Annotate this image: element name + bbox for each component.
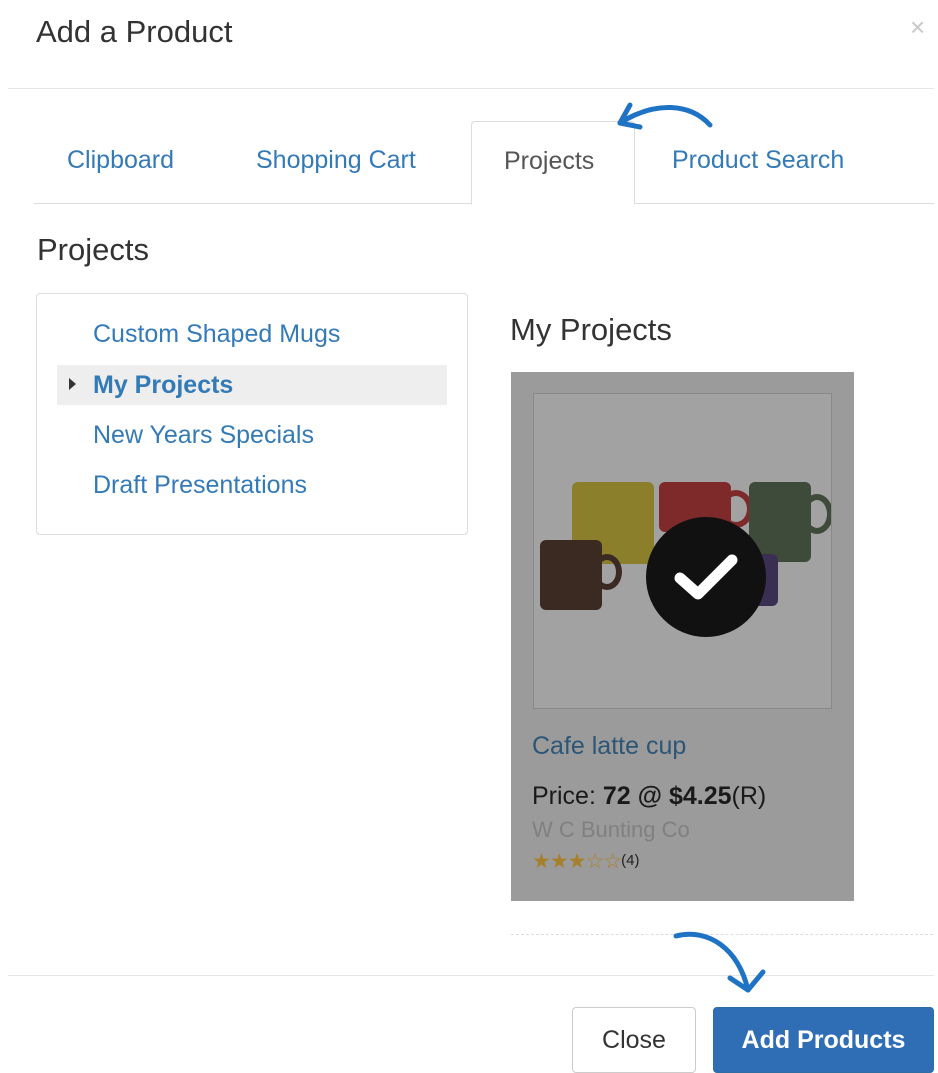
price-amount: $4.25 — [668, 782, 732, 810]
footer-divider — [8, 975, 934, 976]
project-list-item-active[interactable]: My Projects — [57, 365, 447, 405]
project-list-item[interactable]: Custom Shaped Mugs — [93, 320, 340, 349]
product-name[interactable]: Cafe latte cup — [532, 732, 686, 761]
section-title: Projects — [37, 232, 149, 267]
detail-title: My Projects — [510, 312, 672, 347]
add-products-button[interactable]: Add Products — [713, 1007, 934, 1073]
check-icon — [674, 554, 738, 600]
selected-check — [646, 517, 766, 637]
rating-count: (4) — [621, 852, 640, 869]
tab-clipboard[interactable]: Clipboard — [67, 146, 174, 175]
stars-empty-icon: ☆☆ — [585, 850, 622, 873]
close-icon[interactable]: × — [910, 14, 925, 40]
price-suffix: (R) — [731, 782, 767, 810]
price-prefix: Price: — [532, 782, 603, 810]
product-thumbnail — [533, 393, 832, 709]
product-supplier: W C Bunting Co — [532, 817, 690, 842]
product-rating: ★★★☆☆(4) — [532, 849, 639, 874]
product-card[interactable]: Cafe latte cup Price: 72 @ $4.25(R) W C … — [511, 372, 854, 901]
price-quantity: 72 — [602, 782, 631, 810]
project-list-item[interactable]: New Years Specials — [93, 421, 314, 450]
header-divider — [8, 88, 934, 89]
caret-right-icon — [69, 378, 76, 390]
curved-arrow-icon — [617, 102, 713, 130]
tab-projects-label: Projects — [504, 147, 595, 175]
curved-arrow-icon — [673, 931, 766, 993]
mug-handle — [592, 554, 622, 590]
product-price: Price: 72 @ $4.25(R) — [532, 782, 766, 811]
mug-handle — [801, 494, 831, 534]
modal-title: Add a Product — [36, 14, 233, 49]
close-button[interactable]: Close — [572, 1007, 696, 1073]
tab-shopping-cart[interactable]: Shopping Cart — [256, 146, 416, 175]
price-at: @ — [630, 782, 669, 810]
project-list-item[interactable]: Draft Presentations — [93, 471, 307, 500]
stars-filled-icon: ★★★ — [532, 850, 586, 873]
project-list-item-label: My Projects — [93, 371, 234, 399]
